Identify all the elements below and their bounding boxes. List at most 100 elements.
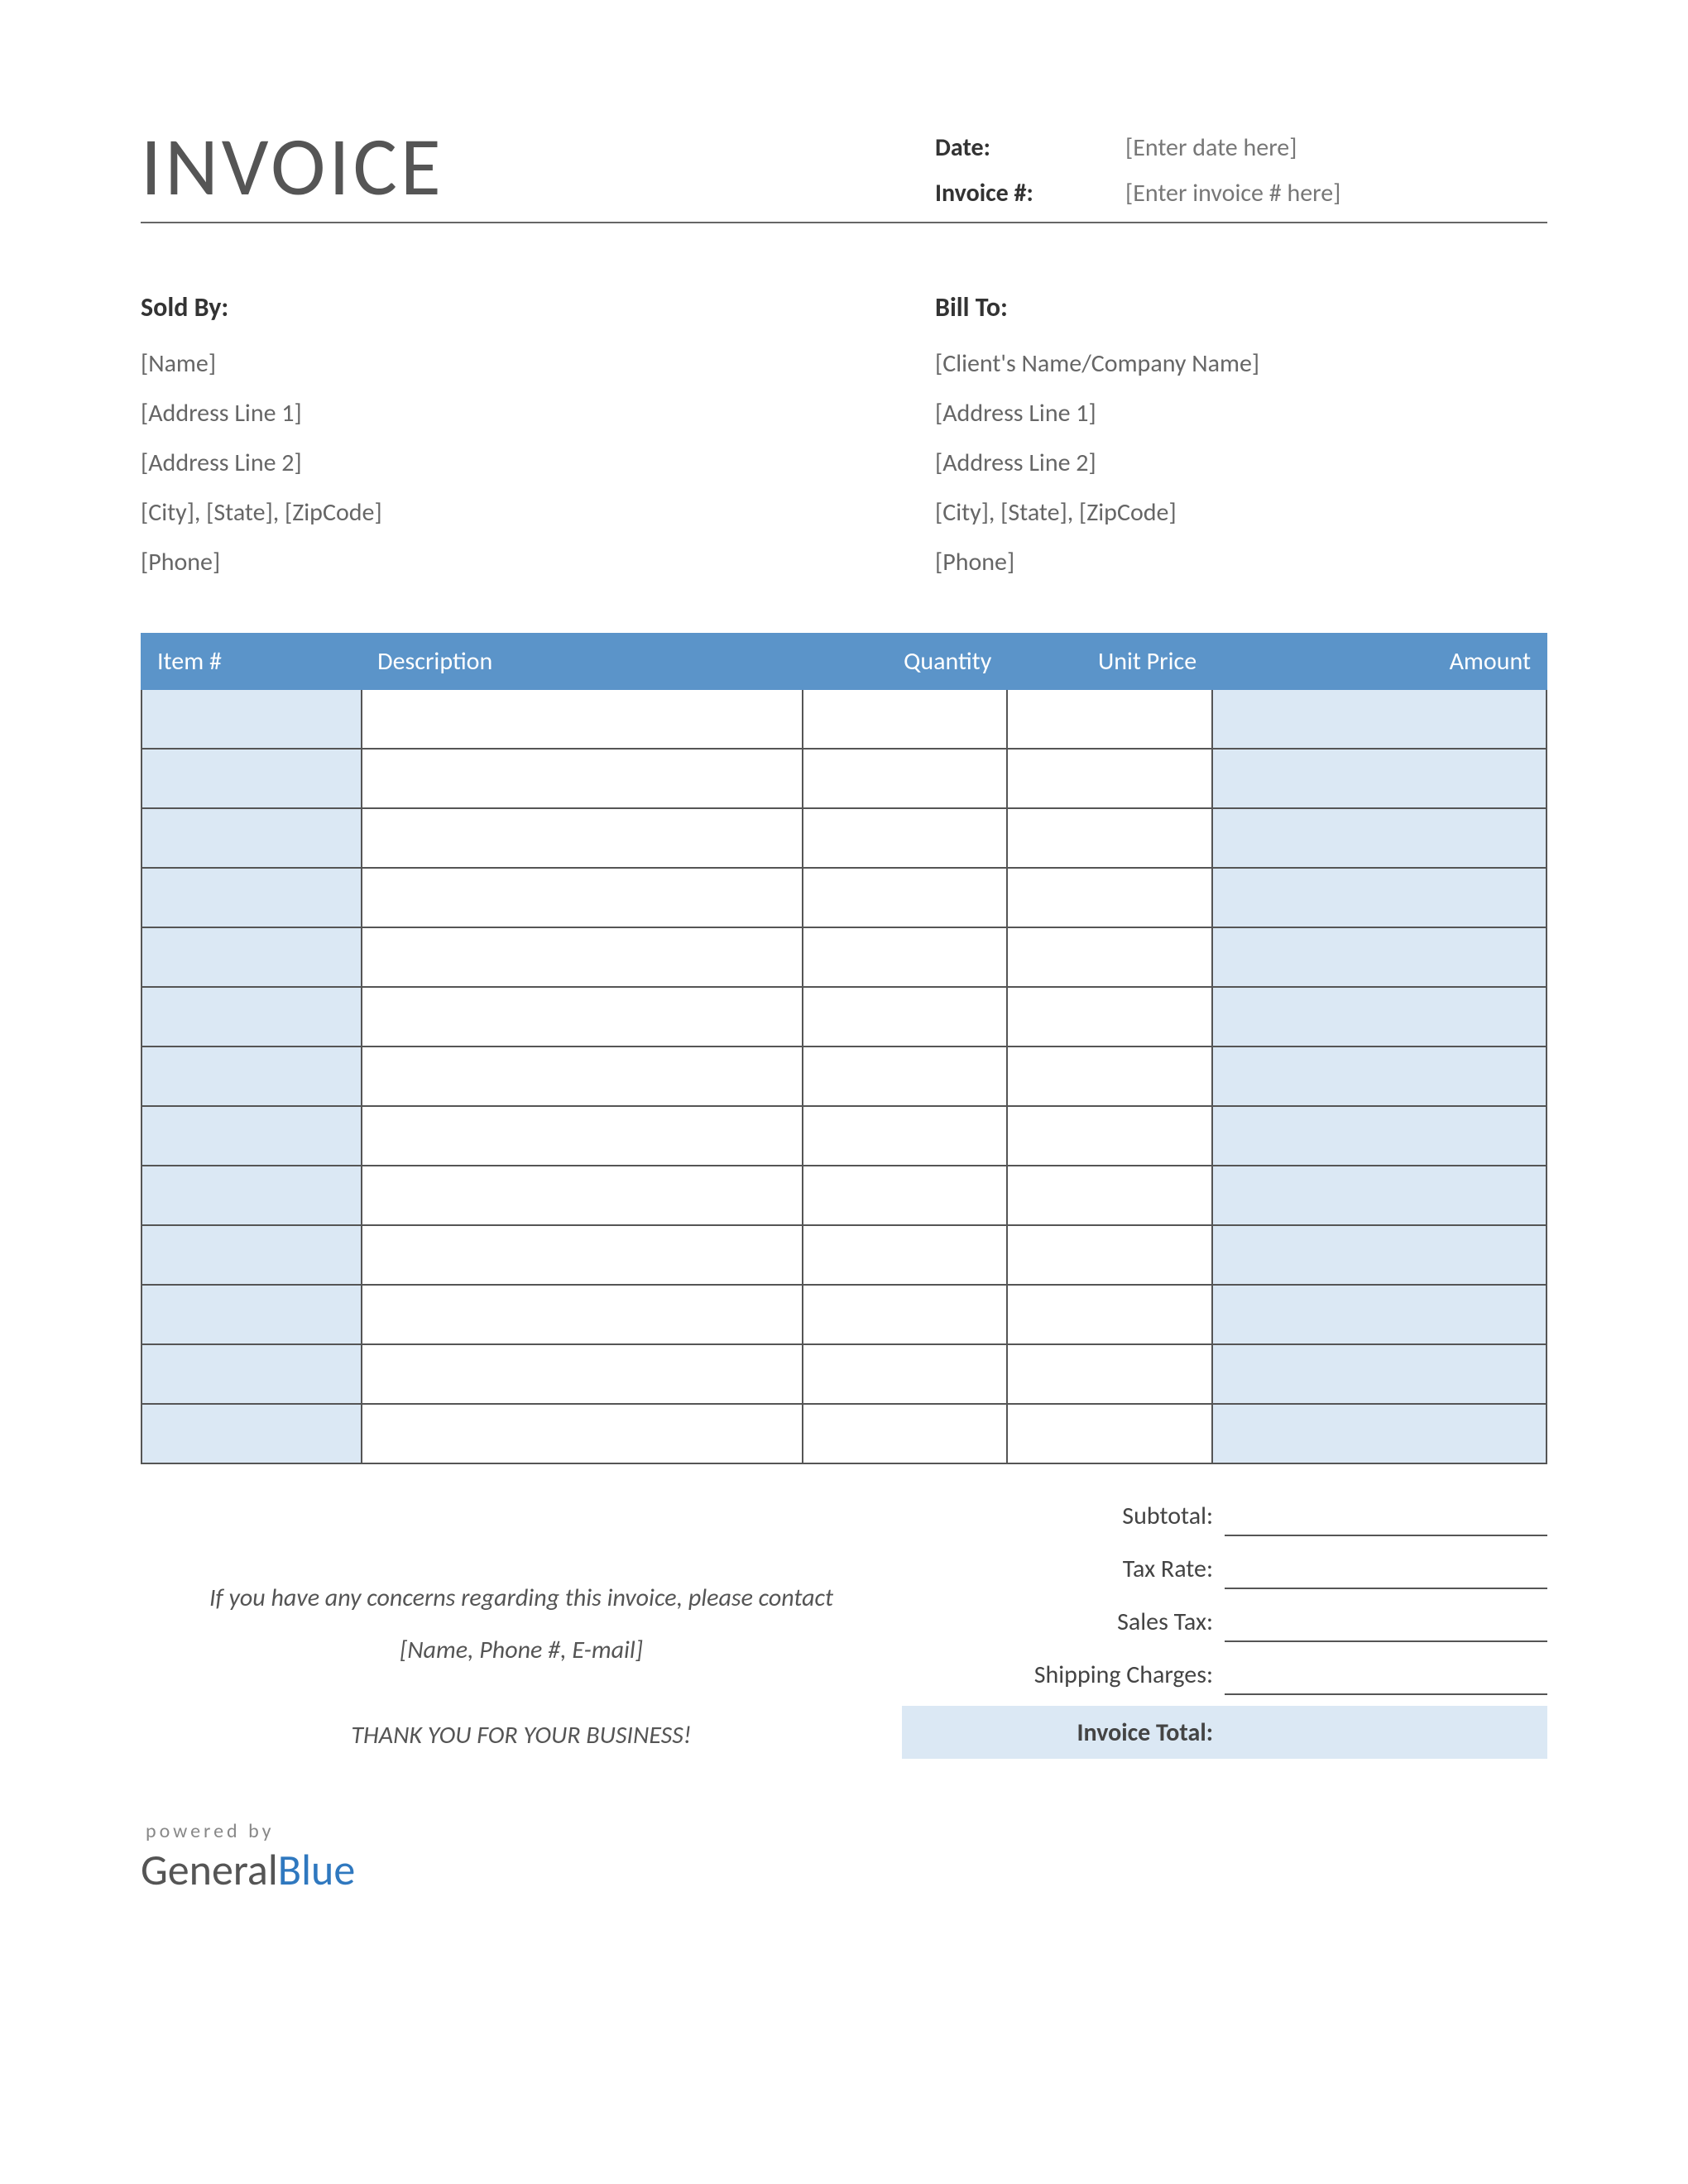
table-row bbox=[141, 689, 1547, 749]
table-cell[interactable] bbox=[1212, 1225, 1547, 1285]
table-cell[interactable] bbox=[362, 1106, 802, 1166]
shipping-value[interactable] bbox=[1225, 1654, 1547, 1695]
table-row bbox=[141, 987, 1547, 1046]
table-cell[interactable] bbox=[1007, 1106, 1212, 1166]
sold-by-city-state-zip[interactable]: [City], [State], [ZipCode] bbox=[141, 488, 935, 538]
invoice-number-field[interactable]: [Enter invoice # here] bbox=[1125, 178, 1340, 208]
bill-to-address2[interactable]: [Address Line 2] bbox=[935, 438, 1547, 488]
sold-by-address2[interactable]: [Address Line 2] bbox=[141, 438, 935, 488]
table-cell[interactable] bbox=[1212, 808, 1547, 868]
table-cell[interactable] bbox=[803, 749, 1008, 808]
logo-blue: Blue bbox=[278, 1843, 355, 1896]
col-item: Item # bbox=[141, 634, 362, 689]
table-cell[interactable] bbox=[803, 1046, 1008, 1106]
table-cell[interactable] bbox=[141, 1166, 362, 1225]
table-cell[interactable] bbox=[1212, 1344, 1547, 1404]
subtotal-value[interactable] bbox=[1225, 1495, 1547, 1536]
table-cell[interactable] bbox=[1212, 927, 1547, 987]
table-cell[interactable] bbox=[141, 689, 362, 749]
table-cell[interactable] bbox=[1007, 749, 1212, 808]
sales-tax-value[interactable] bbox=[1225, 1601, 1547, 1642]
table-cell[interactable] bbox=[141, 987, 362, 1046]
table-cell[interactable] bbox=[141, 1106, 362, 1166]
table-cell[interactable] bbox=[362, 1225, 802, 1285]
table-cell[interactable] bbox=[1212, 1106, 1547, 1166]
table-cell[interactable] bbox=[141, 808, 362, 868]
table-cell[interactable] bbox=[803, 808, 1008, 868]
table-cell[interactable] bbox=[141, 1046, 362, 1106]
table-cell[interactable] bbox=[1212, 749, 1547, 808]
table-cell[interactable] bbox=[1007, 1344, 1212, 1404]
subtotal-label: Subtotal: bbox=[902, 1501, 1225, 1531]
table-cell[interactable] bbox=[362, 749, 802, 808]
table-cell[interactable] bbox=[362, 1404, 802, 1463]
invoice-total-value bbox=[1225, 1712, 1547, 1753]
col-amount: Amount bbox=[1212, 634, 1547, 689]
table-cell[interactable] bbox=[362, 1344, 802, 1404]
sold-by-name[interactable]: [Name] bbox=[141, 339, 935, 389]
table-cell[interactable] bbox=[1212, 868, 1547, 927]
table-cell[interactable] bbox=[1007, 987, 1212, 1046]
bill-to-phone[interactable]: [Phone] bbox=[935, 538, 1547, 587]
table-cell[interactable] bbox=[1007, 927, 1212, 987]
table-cell[interactable] bbox=[141, 868, 362, 927]
table-cell[interactable] bbox=[1212, 1404, 1547, 1463]
table-cell[interactable] bbox=[803, 868, 1008, 927]
sold-by-address1[interactable]: [Address Line 1] bbox=[141, 389, 935, 438]
table-cell[interactable] bbox=[1007, 1046, 1212, 1106]
sold-by-phone[interactable]: [Phone] bbox=[141, 538, 935, 587]
thank-you-note: THANK YOU FOR YOUR BUSINESS! bbox=[141, 1709, 902, 1761]
table-cell[interactable] bbox=[1212, 987, 1547, 1046]
table-cell[interactable] bbox=[1212, 689, 1547, 749]
table-cell[interactable] bbox=[1212, 1046, 1547, 1106]
bill-to-address1[interactable]: [Address Line 1] bbox=[935, 389, 1547, 438]
table-cell[interactable] bbox=[1007, 1166, 1212, 1225]
table-row bbox=[141, 1404, 1547, 1463]
table-cell[interactable] bbox=[803, 1225, 1008, 1285]
bill-to-title: Bill To: bbox=[935, 281, 1547, 334]
date-field[interactable]: [Enter date here] bbox=[1125, 132, 1297, 163]
table-cell[interactable] bbox=[1007, 689, 1212, 749]
tax-rate-label: Tax Rate: bbox=[902, 1554, 1225, 1584]
table-cell[interactable] bbox=[362, 868, 802, 927]
table-cell[interactable] bbox=[1007, 1225, 1212, 1285]
table-cell[interactable] bbox=[1007, 808, 1212, 868]
table-cell[interactable] bbox=[1007, 1285, 1212, 1344]
col-quantity: Quantity bbox=[803, 634, 1008, 689]
table-cell[interactable] bbox=[141, 1404, 362, 1463]
table-cell[interactable] bbox=[803, 1404, 1008, 1463]
table-cell[interactable] bbox=[803, 1166, 1008, 1225]
bill-to-block: Bill To: [Client's Name/Company Name] [A… bbox=[935, 281, 1547, 587]
contact-note[interactable]: [Name, Phone #, E-mail] bbox=[141, 1624, 902, 1676]
tax-rate-value[interactable] bbox=[1225, 1548, 1547, 1589]
table-cell[interactable] bbox=[803, 1285, 1008, 1344]
table-row bbox=[141, 749, 1547, 808]
table-cell[interactable] bbox=[362, 1046, 802, 1106]
invoice-meta: Date: [Enter date here] Invoice #: [Ente… bbox=[935, 132, 1547, 217]
table-cell[interactable] bbox=[362, 1166, 802, 1225]
table-cell[interactable] bbox=[362, 927, 802, 987]
table-row bbox=[141, 1225, 1547, 1285]
table-cell[interactable] bbox=[1212, 1166, 1547, 1225]
table-cell[interactable] bbox=[141, 749, 362, 808]
table-cell[interactable] bbox=[141, 927, 362, 987]
table-cell[interactable] bbox=[141, 1344, 362, 1404]
table-cell[interactable] bbox=[1212, 1285, 1547, 1344]
table-cell[interactable] bbox=[362, 1285, 802, 1344]
table-cell[interactable] bbox=[803, 987, 1008, 1046]
bill-to-city-state-zip[interactable]: [City], [State], [ZipCode] bbox=[935, 488, 1547, 538]
notes-block: If you have any concerns regarding this … bbox=[141, 1489, 902, 1761]
table-cell[interactable] bbox=[803, 1106, 1008, 1166]
table-cell[interactable] bbox=[362, 808, 802, 868]
bill-to-name[interactable]: [Client's Name/Company Name] bbox=[935, 339, 1547, 389]
table-cell[interactable] bbox=[141, 1225, 362, 1285]
table-cell[interactable] bbox=[1007, 1404, 1212, 1463]
table-cell[interactable] bbox=[141, 1285, 362, 1344]
table-cell[interactable] bbox=[1007, 868, 1212, 927]
table-cell[interactable] bbox=[803, 1344, 1008, 1404]
table-row bbox=[141, 1344, 1547, 1404]
table-cell[interactable] bbox=[803, 689, 1008, 749]
table-cell[interactable] bbox=[362, 689, 802, 749]
table-cell[interactable] bbox=[362, 987, 802, 1046]
table-cell[interactable] bbox=[803, 927, 1008, 987]
